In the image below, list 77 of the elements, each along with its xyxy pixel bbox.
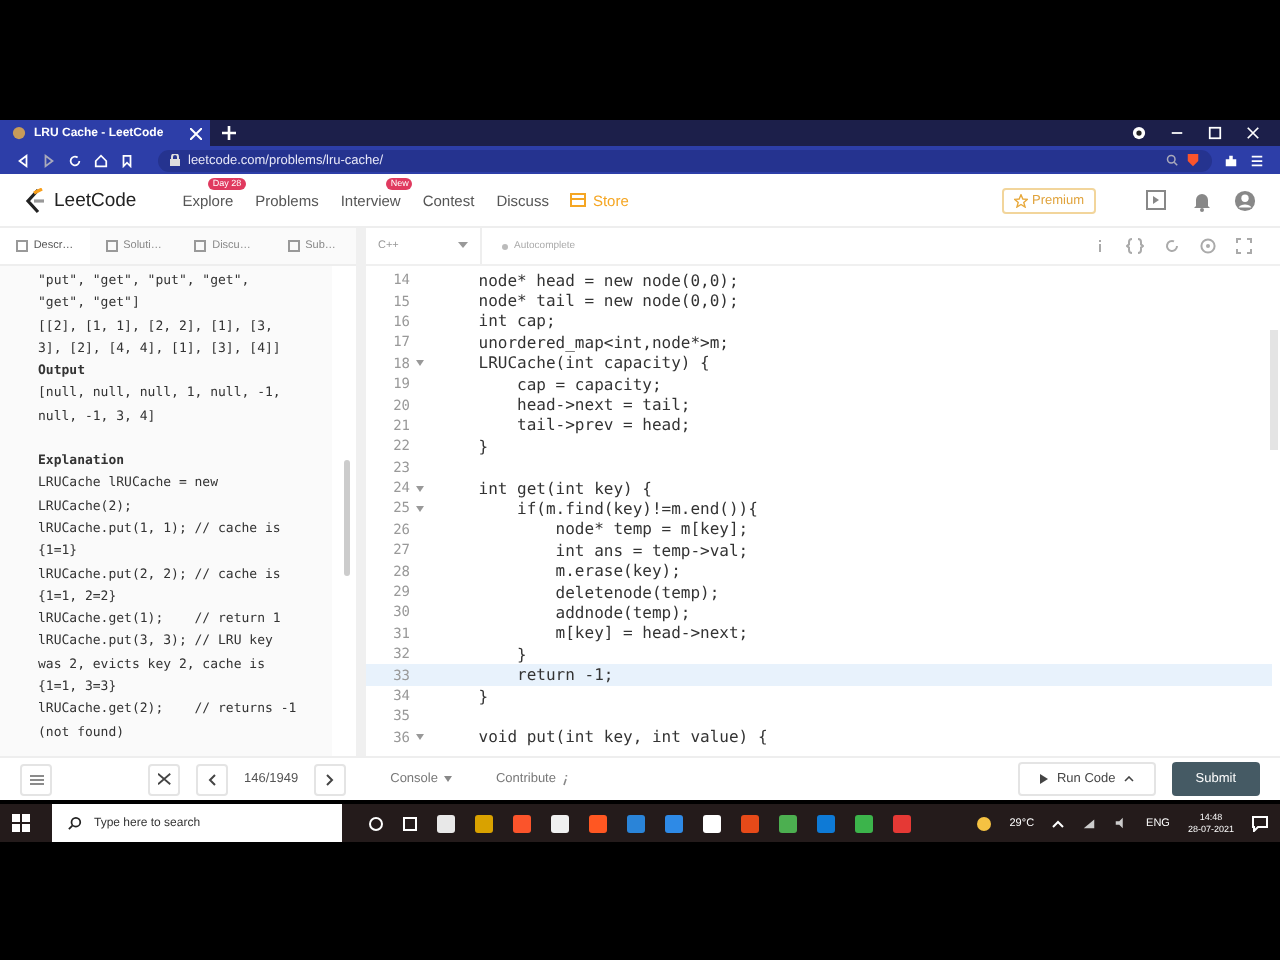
logo[interactable]: LeetCode [24, 187, 137, 213]
fold-icon[interactable] [415, 505, 423, 512]
maximize-icon[interactable] [1208, 126, 1222, 140]
windows-start-icon[interactable] [12, 814, 30, 832]
code-line: node* head = new node(0,0); [476, 271, 739, 290]
fold-icon[interactable] [415, 360, 423, 367]
minimize-icon[interactable] [1170, 126, 1184, 140]
code-line: int get(int key) { [476, 479, 652, 498]
logo-text: LeetCode [54, 189, 137, 211]
scrollbar[interactable] [344, 460, 350, 576]
notification-icon[interactable] [1252, 815, 1268, 831]
volume-icon[interactable] [1114, 816, 1129, 830]
code-line: } [515, 645, 527, 664]
caret-icon [458, 242, 468, 250]
shield-icon[interactable] [1186, 152, 1200, 168]
code-line: } [476, 687, 489, 705]
menu-icon[interactable] [1250, 153, 1264, 167]
caret-icon [443, 776, 452, 782]
reload-icon[interactable] [68, 153, 82, 167]
code-line: node* tail = new node(0,0); [476, 292, 739, 311]
store-icon [570, 192, 587, 208]
close-icon[interactable] [1246, 126, 1260, 140]
code-line: int cap; [476, 312, 556, 331]
code-line: void put(int key, int value) { [476, 728, 768, 747]
play-icon [1040, 774, 1049, 784]
extensions-icon[interactable] [1224, 153, 1238, 167]
search-icon [68, 816, 82, 830]
chevron-right-icon [326, 773, 335, 785]
code-line: deletenode(temp); [553, 583, 720, 602]
lock-icon [170, 154, 180, 166]
task-view-icon[interactable] [402, 815, 418, 831]
zoom-icon[interactable] [1166, 154, 1178, 166]
cortana-icon[interactable] [368, 815, 384, 831]
weather-icon[interactable] [975, 815, 992, 831]
code-line: unordered_map<int,node*>m; [476, 333, 729, 352]
new-tab-icon[interactable] [222, 126, 236, 140]
video-icon[interactable] [1146, 190, 1170, 210]
record-icon[interactable] [1132, 126, 1146, 140]
bell-icon[interactable] [1192, 189, 1212, 211]
code-line: cap = capacity; [515, 375, 662, 394]
fold-icon[interactable] [415, 485, 423, 492]
star-icon [1013, 193, 1028, 207]
tab-icon [105, 240, 118, 252]
tab-icon [194, 240, 207, 252]
logo-icon [24, 187, 48, 213]
home-icon[interactable] [94, 153, 108, 167]
tab-icon [287, 240, 300, 252]
close-icon[interactable] [190, 127, 202, 139]
chevron-up-icon [1123, 776, 1134, 782]
shuffle-button[interactable] [148, 763, 180, 795]
code-line: } [476, 437, 489, 456]
info-icon [561, 773, 568, 785]
network-icon[interactable] [1082, 816, 1097, 830]
code-line: m.erase(key); [553, 562, 681, 581]
user-icon[interactable] [1234, 189, 1256, 211]
fold-icon[interactable] [415, 734, 423, 741]
chevron-up-icon[interactable] [1052, 819, 1065, 827]
next-button[interactable] [314, 763, 347, 795]
chevron-left-icon [208, 773, 216, 785]
code-line: addnode(temp); [553, 603, 691, 622]
tab-icon [15, 240, 28, 252]
code-line: LRUCache(int capacity) { [476, 354, 710, 373]
code-line: node* temp = m[key]; [553, 520, 749, 539]
dot-icon [502, 243, 508, 249]
bookmark-icon[interactable] [120, 153, 134, 167]
code-line: tail->prev = head; [515, 416, 691, 435]
back-icon[interactable] [16, 153, 30, 167]
page-icon [12, 126, 26, 140]
list-icon [29, 773, 43, 785]
code-line: return -1; [515, 666, 614, 685]
code-line: m[key] = head->next; [553, 624, 749, 643]
code-line: int ans = temp->val; [553, 541, 749, 560]
forward-icon[interactable] [42, 153, 56, 167]
problem-list-button[interactable] [20, 763, 52, 795]
previous-button[interactable] [196, 763, 228, 795]
code-line: head->next = tail; [515, 396, 691, 415]
code-line: if(m.find(key)!=m.end()){ [515, 499, 758, 518]
